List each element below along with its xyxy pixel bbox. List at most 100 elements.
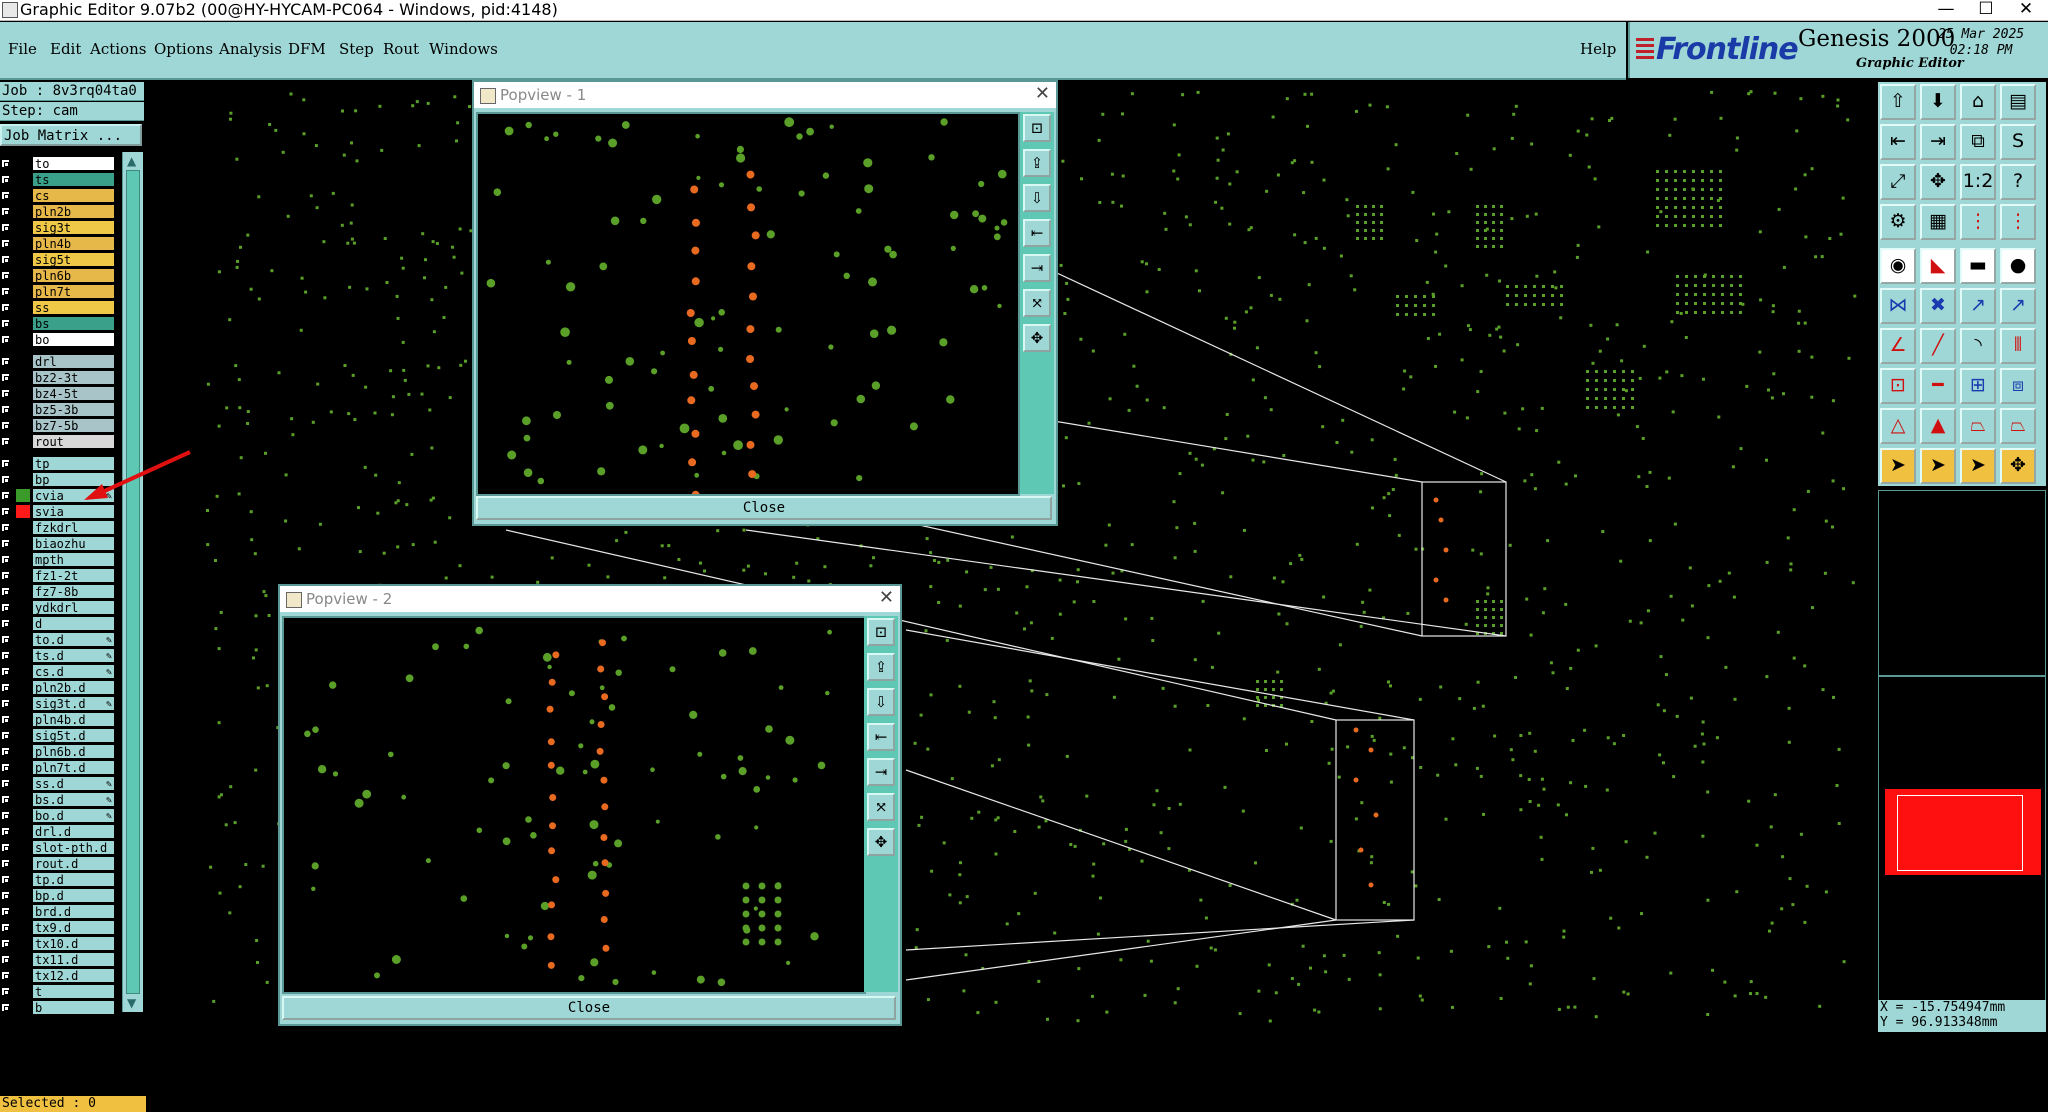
layer-row-mpth[interactable]: mpth	[0, 552, 118, 567]
scroll-thumb[interactable]	[126, 170, 140, 994]
layer-name[interactable]: to.d ✎	[32, 632, 115, 647]
layer-row-pln6b.d[interactable]: pln6b.d	[0, 744, 118, 759]
layer-checkbox[interactable]	[1, 891, 10, 900]
layer-name[interactable]: bp	[32, 472, 115, 487]
layer-row-ydkdrl[interactable]: ydkdrl	[0, 600, 118, 615]
layer-row-fz1-2t[interactable]: fz1-2t	[0, 568, 118, 583]
layer-checkbox[interactable]	[1, 859, 10, 868]
window-close-button[interactable]: ✕	[2006, 0, 2046, 20]
popview-1-titlebar[interactable]: Popview - 1 ✕	[474, 82, 1056, 109]
tool-center-icon[interactable]: ✥	[1920, 164, 1956, 200]
layer-checkbox[interactable]	[1, 357, 10, 366]
layer-checkbox[interactable]	[1, 571, 10, 580]
scroll-down-icon[interactable]: ▼	[127, 996, 136, 1010]
menu-edit[interactable]: Edit	[50, 40, 81, 58]
layer-checkbox[interactable]	[1, 459, 10, 468]
layer-name[interactable]: biaozhu	[32, 536, 115, 551]
popview-1-zoom-out-button[interactable]: ⇩	[1023, 184, 1051, 212]
layer-row-drl[interactable]: drl	[0, 354, 118, 369]
layer-name[interactable]: pln2b.d	[32, 680, 115, 695]
menu-file[interactable]: File	[8, 40, 37, 58]
tool-angle-icon[interactable]: ∠	[1880, 328, 1916, 364]
layer-name[interactable]: bz2-3t	[32, 370, 115, 385]
layer-checkbox[interactable]	[1, 651, 10, 660]
layer-row-tx12.d[interactable]: tx12.d	[0, 968, 118, 983]
layer-row-tx11.d[interactable]: tx11.d	[0, 952, 118, 967]
layer-row-drl.d[interactable]: drl.d	[0, 824, 118, 839]
minimize-button[interactable]: —	[1926, 0, 1966, 20]
tool-triangle-icon[interactable]: △	[1880, 408, 1916, 444]
layer-row-bz7-5b[interactable]: bz7-5b	[0, 418, 118, 433]
tool-route-icon[interactable]: ↗	[1960, 288, 1996, 324]
layer-row-bz2-3t[interactable]: bz2-3t	[0, 370, 118, 385]
layer-name[interactable]: ts.d ✎	[32, 648, 115, 663]
layer-checkbox[interactable]	[1, 319, 10, 328]
layer-row-tx10.d[interactable]: tx10.d	[0, 936, 118, 951]
layer-name[interactable]: pln6b.d	[32, 744, 115, 759]
layer-checkbox[interactable]	[1, 255, 10, 264]
tool-save-icon[interactable]: ⬇	[1920, 84, 1956, 120]
tool-align-icon[interactable]: ⊞	[1960, 368, 1996, 404]
layer-checkbox[interactable]	[1, 843, 10, 852]
layer-name[interactable]: ydkdrl	[32, 600, 115, 615]
layer-checkbox[interactable]	[1, 635, 10, 644]
layer-row-sig3t.d[interactable]: sig3t.d ✎	[0, 696, 118, 711]
tool-measure-icon[interactable]: ⚙	[1880, 204, 1916, 240]
menu-options[interactable]: Options	[154, 40, 213, 58]
tool-select-icon[interactable]: ➤	[1880, 448, 1916, 484]
layer-row-ss[interactable]: ss	[0, 300, 118, 315]
tool-select-area-icon[interactable]: ➤	[1960, 448, 1996, 484]
layer-checkbox[interactable]	[1, 191, 10, 200]
popview-2-fit-button[interactable]: ⤧	[867, 793, 895, 821]
layer-checkbox[interactable]	[1, 683, 10, 692]
layer-row-ts[interactable]: ts	[0, 172, 118, 187]
layer-row-pln7t.d[interactable]: pln7t.d	[0, 760, 118, 775]
tool-snap-icon[interactable]: S	[2000, 124, 2036, 160]
layer-checkbox[interactable]	[1, 421, 10, 430]
popview-1-zoom-fit-button[interactable]: ⊡	[1023, 114, 1051, 142]
tool-pad-icon[interactable]: ◉	[1880, 248, 1916, 284]
layer-row-pln7t[interactable]: pln7t	[0, 284, 118, 299]
layer-checkbox[interactable]	[1, 207, 10, 216]
layer-name[interactable]: tp.d	[32, 872, 115, 887]
layer-name[interactable]: b	[32, 1000, 115, 1015]
layer-row-sig5t[interactable]: sig5t	[0, 252, 118, 267]
layer-checkbox[interactable]	[1, 619, 10, 628]
layer-row-pln4b[interactable]: pln4b	[0, 236, 118, 251]
layer-checkbox[interactable]	[1, 373, 10, 382]
layer-name[interactable]: rout.d	[32, 856, 115, 871]
popview-2-center-button[interactable]: ✥	[867, 828, 895, 856]
popview-1-zoom-in-button[interactable]: ⇪	[1023, 149, 1051, 177]
layer-row-bs.d[interactable]: bs.d ✎	[0, 792, 118, 807]
layer-name[interactable]: mpth	[32, 552, 115, 567]
layer-checkbox[interactable]	[1, 747, 10, 756]
popview-2-close-button[interactable]: Close	[282, 996, 896, 1020]
layer-row-pln2b.d[interactable]: pln2b.d	[0, 680, 118, 695]
tool-arc-icon[interactable]: ◝	[1960, 328, 1996, 364]
layer-row-sig3t[interactable]: sig3t	[0, 220, 118, 235]
layer-row-to.d[interactable]: to.d ✎	[0, 632, 118, 647]
popview-2-pan-left-button[interactable]: ⇤	[867, 723, 895, 751]
layer-checkbox[interactable]	[1, 923, 10, 932]
layer-name[interactable]: brd.d	[32, 904, 115, 919]
layer-checkbox[interactable]	[1, 779, 10, 788]
layer-row-svia[interactable]: svia	[0, 504, 118, 519]
layer-name[interactable]: sig3t.d ✎	[32, 696, 115, 711]
tool-window-icon[interactable]: ⧉	[1960, 124, 1996, 160]
job-matrix-button[interactable]: Job Matrix ...	[0, 124, 142, 146]
layer-row-ss.d[interactable]: ss.d ✎	[0, 776, 118, 791]
layer-name[interactable]: sig3t	[32, 220, 115, 235]
popview-1-fit-button[interactable]: ⤧	[1023, 289, 1051, 317]
layer-name[interactable]: bz7-5b	[32, 418, 115, 433]
layer-name[interactable]: pln7t	[32, 284, 115, 299]
layer-name[interactable]: drl	[32, 354, 115, 369]
layer-checkbox[interactable]	[1, 971, 10, 980]
layer-checkbox[interactable]	[1, 539, 10, 548]
layer-name[interactable]: bo	[32, 332, 115, 347]
tool-zoom-fit-icon[interactable]: ⤢	[1880, 164, 1916, 200]
layer-name[interactable]: pln6b	[32, 268, 115, 283]
layer-name[interactable]: bs.d ✎	[32, 792, 115, 807]
layer-checkbox[interactable]	[1, 715, 10, 724]
layer-row-cvia[interactable]: cvia ✎	[0, 488, 118, 503]
layer-checkbox[interactable]	[1, 507, 10, 516]
